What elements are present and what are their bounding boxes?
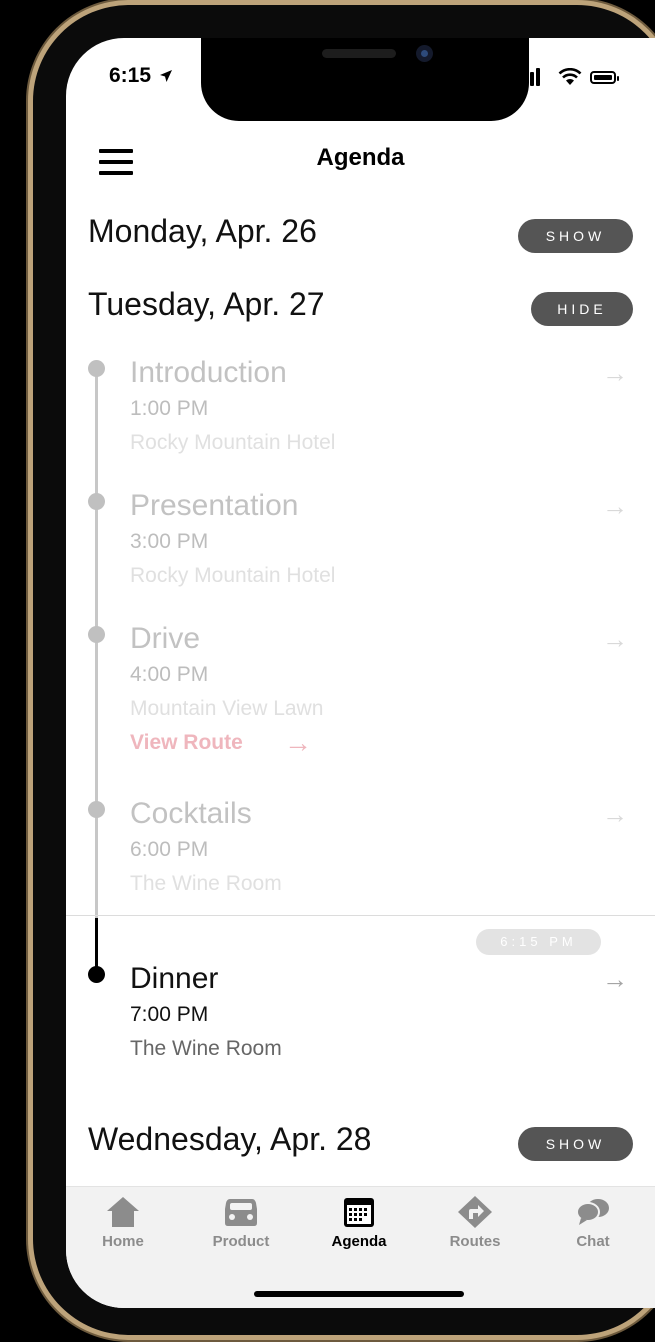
event-time: 3:00 PM bbox=[130, 530, 209, 553]
status-time: 6:15 bbox=[109, 64, 173, 88]
event-location: The Wine Room bbox=[130, 872, 282, 895]
view-route-link[interactable]: View Route bbox=[130, 731, 243, 755]
arrow-right-icon[interactable]: → bbox=[602, 799, 628, 830]
wifi-icon bbox=[558, 68, 582, 85]
current-time-divider bbox=[66, 915, 655, 916]
screen: 6:15 Agenda Monday, Apr. 26 SHOW Tuesday… bbox=[66, 38, 655, 1308]
event-location: The Wine Room bbox=[130, 1037, 282, 1060]
event-title: Cocktails bbox=[130, 797, 252, 830]
event-dinner[interactable]: Dinner 7:00 PM The Wine Room bbox=[130, 963, 610, 1061]
event-location: Rocky Mountain Hotel bbox=[130, 564, 336, 587]
volume-up-button bbox=[26, 315, 33, 413]
chat-icon bbox=[576, 1199, 609, 1225]
timeline-dot bbox=[88, 493, 105, 510]
event-title: Dinner bbox=[130, 962, 219, 995]
calendar-icon bbox=[344, 1198, 374, 1227]
event-title: Presentation bbox=[130, 489, 299, 522]
battery-icon bbox=[590, 71, 619, 84]
tab-bar: Home Product Agenda Routes Chat bbox=[66, 1186, 655, 1308]
timeline-dot bbox=[88, 801, 105, 818]
front-camera bbox=[416, 45, 433, 62]
tab-home[interactable]: Home bbox=[68, 1195, 178, 1250]
home-indicator[interactable] bbox=[254, 1291, 464, 1297]
event-drive[interactable]: Drive 4:00 PM Mountain View Lawn bbox=[130, 623, 610, 721]
silent-switch bbox=[26, 218, 33, 266]
tab-label: Product bbox=[212, 1233, 270, 1250]
timeline-dot-active bbox=[88, 966, 105, 983]
arrow-right-icon[interactable]: → bbox=[284, 727, 312, 759]
timeline-dot bbox=[88, 360, 105, 377]
timeline-dot bbox=[88, 626, 105, 643]
day-tuesday: Tuesday, Apr. 27 HIDE bbox=[88, 286, 633, 326]
page-title: Agenda bbox=[316, 144, 405, 171]
day-monday: Monday, Apr. 26 SHOW bbox=[88, 213, 633, 253]
event-presentation[interactable]: Presentation 3:00 PM Rocky Mountain Hote… bbox=[130, 490, 610, 588]
event-time: 7:00 PM bbox=[130, 1003, 209, 1026]
tab-chat[interactable]: Chat bbox=[538, 1195, 648, 1250]
timeline-current bbox=[95, 918, 98, 968]
status-icons bbox=[518, 68, 628, 88]
show-button[interactable]: SHOW bbox=[518, 219, 633, 253]
event-time: 1:00 PM bbox=[130, 397, 209, 420]
show-button[interactable]: SHOW bbox=[518, 1127, 633, 1161]
home-icon bbox=[107, 1197, 139, 1227]
event-title: Introduction bbox=[130, 356, 287, 389]
notch bbox=[201, 38, 529, 121]
current-time-badge: 6:15 PM bbox=[476, 929, 601, 955]
speaker-grille bbox=[322, 49, 396, 58]
day-wednesday: Wednesday, Apr. 28 SHOW bbox=[88, 1121, 633, 1161]
event-title: Drive bbox=[130, 622, 201, 655]
route-icon bbox=[458, 1196, 492, 1228]
tab-label: Routes bbox=[449, 1233, 501, 1250]
day-label: Monday, Apr. 26 bbox=[88, 213, 317, 249]
cellular-signal-icon bbox=[518, 68, 542, 86]
event-location: Mountain View Lawn bbox=[130, 697, 324, 720]
location-arrow-icon bbox=[159, 70, 172, 82]
timeline-past bbox=[95, 368, 98, 918]
tab-routes[interactable]: Routes bbox=[420, 1195, 530, 1250]
event-cocktails[interactable]: Cocktails 6:00 PM The Wine Room bbox=[130, 798, 610, 896]
tab-agenda[interactable]: Agenda bbox=[304, 1195, 414, 1250]
tab-label: Home bbox=[102, 1233, 144, 1250]
volume-down-button bbox=[26, 443, 33, 541]
tab-label: Chat bbox=[576, 1233, 610, 1250]
arrow-right-icon[interactable]: → bbox=[602, 358, 628, 389]
event-introduction[interactable]: Introduction 1:00 PM Rocky Mountain Hote… bbox=[130, 357, 610, 455]
arrow-right-icon[interactable]: → bbox=[602, 491, 628, 522]
event-location: Rocky Mountain Hotel bbox=[130, 431, 336, 454]
day-label: Tuesday, Apr. 27 bbox=[88, 286, 325, 322]
day-label: Wednesday, Apr. 28 bbox=[88, 1121, 372, 1157]
tab-label: Agenda bbox=[331, 1233, 387, 1250]
event-time: 4:00 PM bbox=[130, 663, 209, 686]
hide-button[interactable]: HIDE bbox=[531, 292, 633, 326]
arrow-right-icon[interactable]: → bbox=[602, 624, 628, 655]
event-time: 6:00 PM bbox=[130, 838, 209, 861]
tab-product[interactable]: Product bbox=[186, 1195, 296, 1250]
arrow-right-icon[interactable]: → bbox=[602, 964, 628, 995]
car-icon bbox=[225, 1199, 257, 1226]
